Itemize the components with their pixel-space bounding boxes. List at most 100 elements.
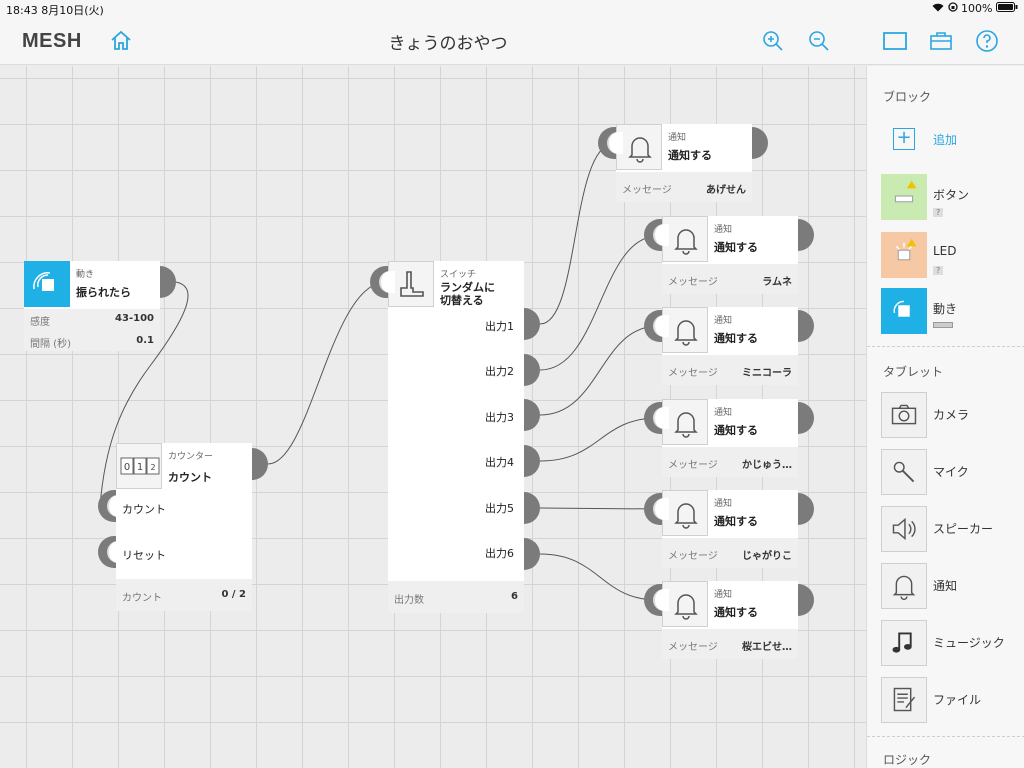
item-label: ミュージック	[933, 636, 1005, 650]
sidebar-item-music[interactable]: ミュージック	[881, 620, 1021, 666]
prop-label: メッセージ	[622, 185, 672, 196]
notify-block[interactable]: 通知 通知する メッセージ あげせん	[616, 124, 752, 202]
move-sensor-icon	[881, 288, 927, 334]
block-category: 通知	[714, 225, 733, 235]
wire	[539, 325, 659, 416]
prop-value: じゃがりこ	[742, 551, 792, 562]
item-label: ボタン	[933, 188, 970, 202]
block-category: 通知	[714, 499, 733, 509]
add-label: 追加	[933, 133, 958, 147]
notify-block[interactable]: 通知 通知する メッセージ ミニコーラ	[662, 307, 798, 385]
notify-block[interactable]: 通知 通知する メッセージ ラムネ	[662, 216, 798, 294]
block-category: 通知	[714, 316, 733, 326]
svg-text:0: 0	[124, 462, 130, 473]
prop-value: ミニコーラ	[742, 368, 792, 379]
battery-icon	[996, 2, 1018, 15]
section-title-blocks: ブロック	[883, 90, 932, 104]
block-category: 通知	[668, 133, 687, 143]
divider	[867, 346, 1024, 347]
file-edit-icon	[881, 677, 927, 723]
move-sensor-icon	[24, 261, 70, 307]
prop-label: 間隔 (秒)	[30, 339, 71, 350]
sidebar-item-notification[interactable]: 通知	[881, 563, 1021, 609]
sidebar-item-speaker[interactable]: スピーカー	[881, 506, 1021, 552]
sidebar-item-camera[interactable]: カメラ	[881, 392, 1021, 438]
block-props: メッセージ ミニコーラ	[662, 355, 798, 385]
divider	[867, 736, 1024, 737]
prop-value: あげせん	[706, 185, 746, 196]
prop-label: メッセージ	[668, 460, 718, 471]
plus-icon: +	[893, 128, 915, 150]
wire	[539, 417, 659, 462]
block-props: メッセージ ラムネ	[662, 264, 798, 294]
block-props: メッセージ じゃがりこ	[662, 538, 798, 568]
status-bar: 18:43 8月10日(火) 100%	[0, 0, 1024, 18]
item-label: LED	[933, 244, 957, 258]
workspace-canvas[interactable]: 動き 振られたら 感度 43-100 間隔 (秒) 0.1 012 カウンター …	[0, 66, 866, 768]
block-props: メッセージ 桜エビせ…	[662, 629, 798, 659]
prop-label: メッセージ	[668, 642, 718, 653]
music-note-icon	[881, 620, 927, 666]
item-label: マイク	[933, 465, 969, 479]
item-label: 通知	[933, 579, 958, 593]
block-category: 動き	[76, 270, 95, 280]
toolbox-icon[interactable]	[928, 28, 954, 54]
prop-value: 桜エビせ…	[742, 642, 792, 653]
block-category: カウンター	[168, 452, 214, 462]
prop-label: メッセージ	[668, 368, 718, 379]
block-props: カウント 0 / 2	[116, 579, 252, 611]
sidebar-item-button[interactable]: ボタン ?	[881, 174, 1021, 220]
switch-block[interactable]: スイッチ ランダムに 切替える 出力1 出力2 出力3 出力4 出力5 出力6 …	[388, 261, 524, 613]
prop-label: 出力数	[394, 595, 424, 606]
section-title-logic: ロジック	[883, 753, 932, 767]
item-label: スピーカー	[933, 522, 994, 536]
block-category: 通知	[714, 590, 733, 600]
block-name: 通知する	[714, 606, 758, 619]
prop-value: 0.1	[136, 335, 154, 346]
prop-value: かじゅう…	[742, 460, 792, 471]
battery-level-icon	[933, 322, 953, 328]
prop-label: メッセージ	[668, 277, 718, 288]
prop-value: 43-100	[115, 313, 154, 324]
sidebar-item-microphone[interactable]: マイク	[881, 449, 1021, 495]
item-label: ファイル	[933, 693, 982, 707]
block-props: 出力数 6	[388, 581, 524, 613]
zoom-out-icon[interactable]	[806, 28, 832, 54]
output-label: 出力5	[485, 502, 514, 515]
block-props: メッセージ あげせん	[616, 172, 752, 202]
prop-value: 6	[511, 591, 518, 602]
wifi-icon	[932, 2, 948, 15]
block-props: メッセージ かじゅう…	[662, 447, 798, 477]
notify-block[interactable]: 通知 通知する メッセージ じゃがりこ	[662, 490, 798, 568]
wire	[267, 281, 385, 465]
wire	[539, 507, 659, 510]
sidebar-item-file[interactable]: ファイル	[881, 677, 1021, 723]
orientation-lock-icon	[947, 2, 962, 15]
zoom-in-icon[interactable]	[760, 28, 786, 54]
wire	[539, 235, 659, 371]
sidebar-item-move[interactable]: 動き	[881, 288, 1021, 334]
battery-percent: 100%	[961, 2, 993, 15]
input-label-count: カウント	[122, 503, 166, 516]
camera-icon	[881, 392, 927, 438]
block-name: 通知する	[714, 515, 758, 528]
notify-block[interactable]: 通知 通知する メッセージ かじゅう…	[662, 399, 798, 477]
add-block-button[interactable]: + 追加	[881, 122, 1021, 156]
counter-block[interactable]: 012 カウンター カウント カウント リセット カウント 0 / 2	[116, 443, 252, 611]
notify-block[interactable]: 通知 通知する メッセージ 桜エビせ…	[662, 581, 798, 659]
sidebar-item-led[interactable]: LED ?	[881, 232, 1021, 278]
prop-value: ラムネ	[762, 277, 792, 288]
help-icon[interactable]	[974, 28, 1000, 54]
status-right: 100%	[932, 2, 1018, 15]
sidebar-toggle-icon[interactable]	[882, 28, 908, 54]
led-icon	[881, 232, 927, 278]
svg-text:2: 2	[150, 463, 155, 472]
move-block[interactable]: 動き 振られたら 感度 43-100 間隔 (秒) 0.1	[24, 261, 160, 351]
section-title-tablet: タブレット	[883, 365, 944, 379]
input-label-reset: リセット	[122, 549, 166, 562]
prop-label: 感度	[30, 317, 50, 328]
battery-unknown-badge: ?	[933, 208, 944, 217]
battery-unknown-badge: ?	[933, 266, 944, 275]
output-label: 出力6	[485, 547, 514, 560]
bell-icon	[881, 563, 927, 609]
